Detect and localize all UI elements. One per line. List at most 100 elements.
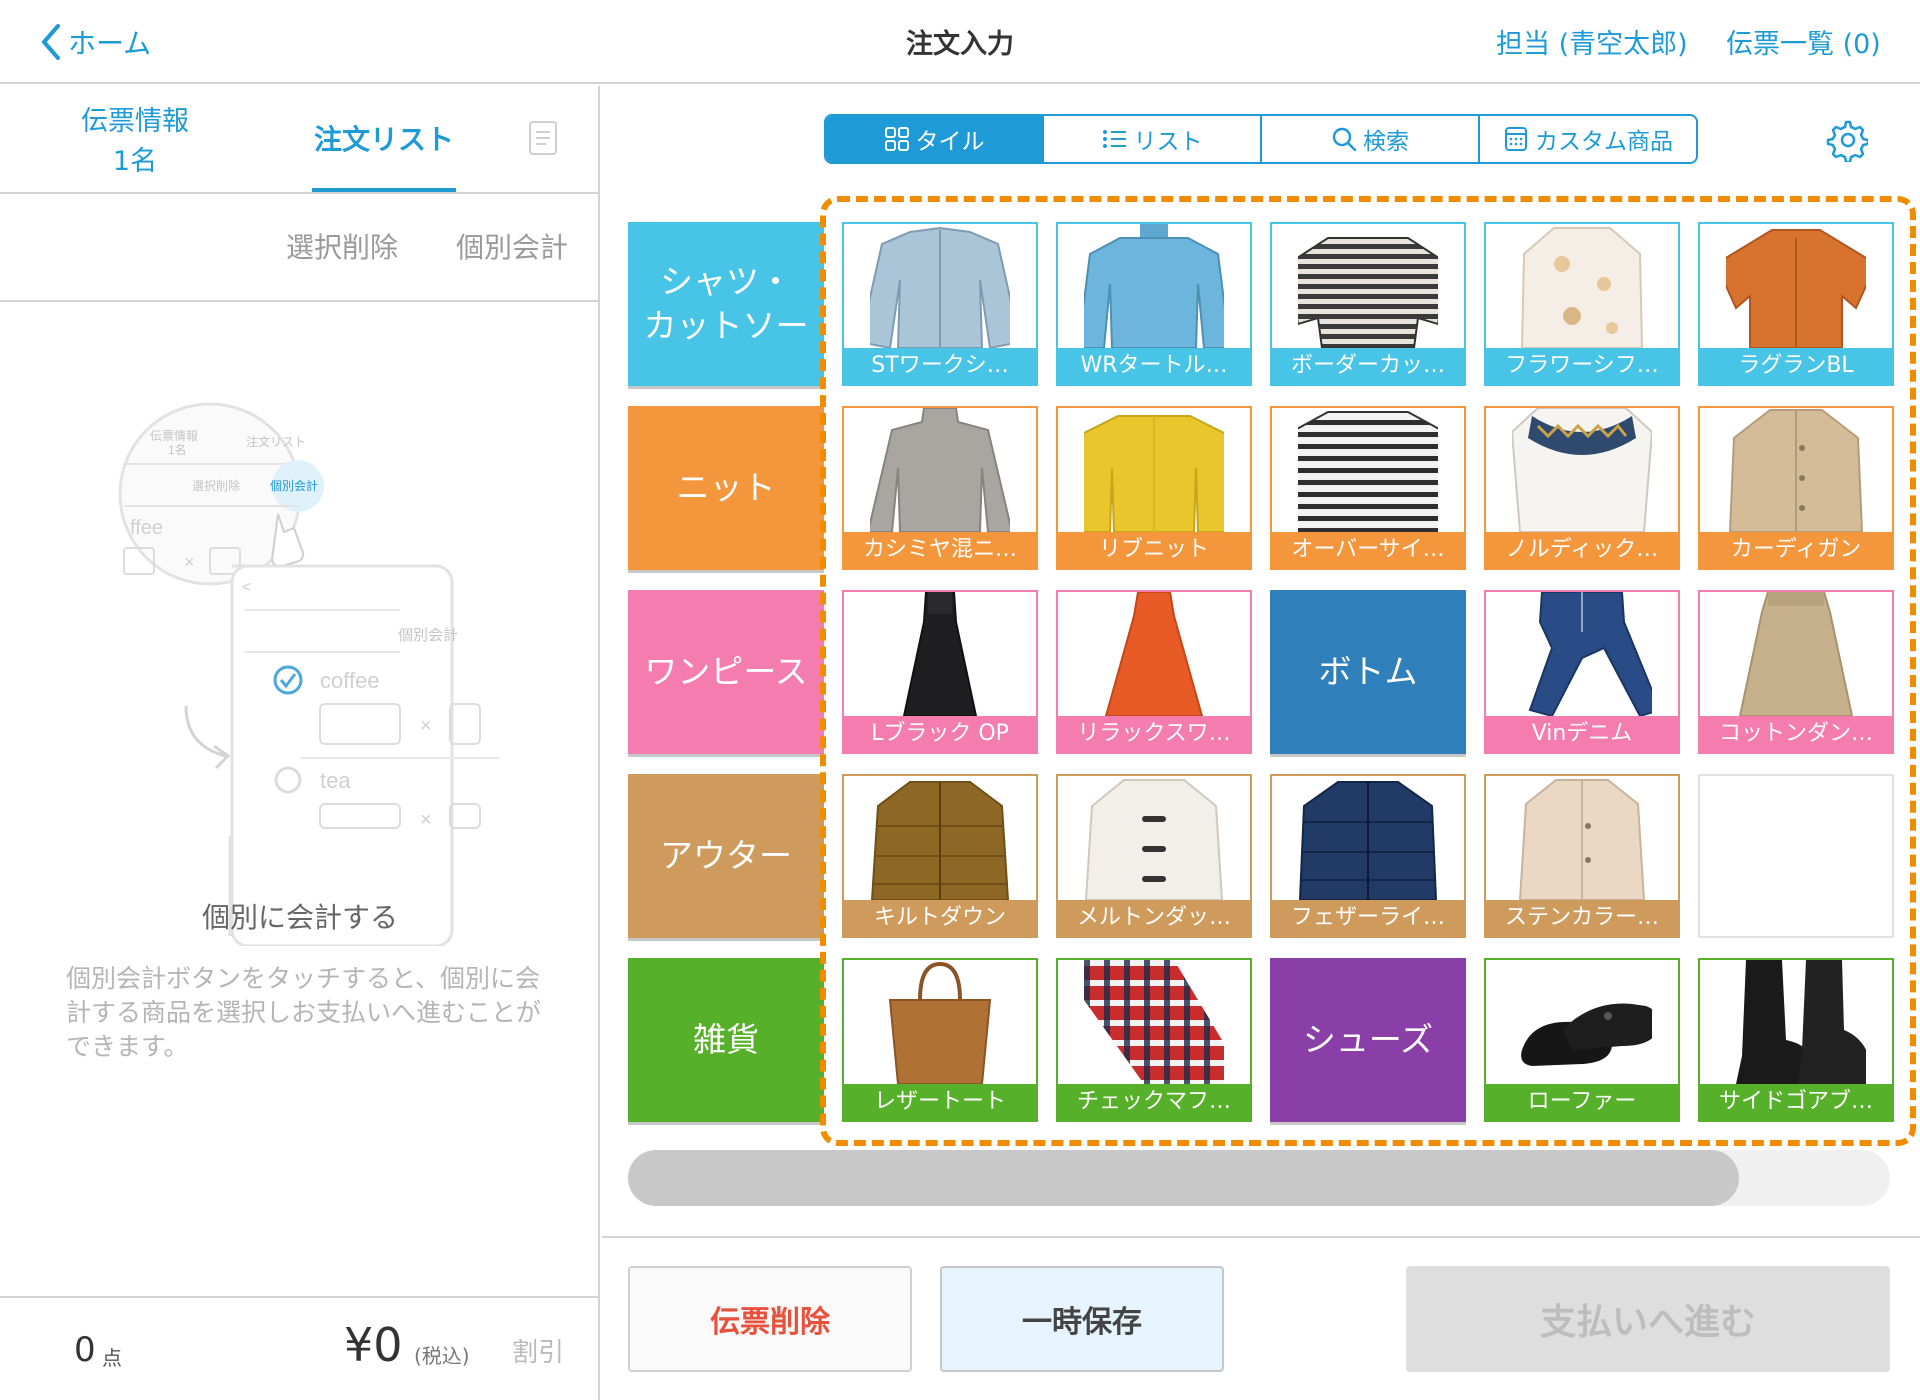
product-tile[interactable]: メルトンダッ… bbox=[1056, 774, 1252, 938]
check-muffler-icon bbox=[1058, 960, 1250, 1084]
loafers-icon bbox=[1486, 960, 1678, 1084]
tab-list-label: リスト bbox=[1133, 129, 1203, 155]
nordic-knit-icon bbox=[1486, 408, 1678, 532]
tab-list[interactable]: リスト bbox=[1044, 116, 1262, 162]
tab-order-list[interactable]: 注文リスト bbox=[312, 118, 456, 158]
product-name: ステンカラー… bbox=[1486, 900, 1678, 936]
product-name: フラワーシフ… bbox=[1486, 348, 1678, 384]
divider bbox=[0, 1296, 600, 1298]
app-header: ホーム 注文入力 担当 (青空太郎) 伝票一覧 (0) bbox=[0, 0, 1920, 84]
product-tile[interactable]: フェザーライ… bbox=[1270, 774, 1466, 938]
illustration-select-delete: 選択削除 bbox=[192, 478, 240, 493]
calculator-icon bbox=[1505, 127, 1527, 151]
product-name: ラグランBL bbox=[1700, 348, 1892, 384]
product-tile[interactable]: Lブラック OP bbox=[842, 590, 1038, 754]
product-name: サイドゴアブ… bbox=[1700, 1084, 1892, 1120]
proceed-to-payment-button[interactable]: 支払いへ進む bbox=[1406, 1266, 1890, 1372]
product-tile[interactable]: コットンダン… bbox=[1698, 590, 1894, 754]
illustration-back-chevron: < bbox=[242, 579, 251, 596]
category-tile[interactable]: 雑貨 bbox=[628, 958, 824, 1122]
product-name: Lブラック OP bbox=[844, 716, 1036, 752]
product-tile[interactable]: ボーダーカッ… bbox=[1270, 222, 1466, 386]
product-name: ボーダーカッ… bbox=[1272, 348, 1464, 384]
illustration-individual-pay: 個別会計 bbox=[270, 478, 318, 493]
illustration-tab-order: 注文リスト bbox=[246, 434, 306, 449]
cardigan-icon bbox=[1700, 408, 1892, 532]
slip-list-link[interactable]: 伝票一覧 (0) bbox=[1726, 22, 1881, 61]
turtleneck-icon bbox=[1058, 224, 1250, 348]
product-tile[interactable]: WRタートル… bbox=[1056, 222, 1252, 386]
staff-link[interactable]: 担当 (青空太郎) bbox=[1496, 22, 1688, 61]
duffle-coat-icon bbox=[1058, 776, 1250, 900]
product-tile[interactable]: STワークシ… bbox=[842, 222, 1038, 386]
individual-pay-button[interactable]: 個別会計 bbox=[456, 226, 568, 266]
product-name: カーディガン bbox=[1700, 532, 1892, 568]
order-list-panel: 伝票情報 1名 注文リスト 選択削除 個別会計 伝票情報 1名 注文リスト 選択… bbox=[0, 86, 600, 1400]
select-delete-button[interactable]: 選択削除 bbox=[286, 226, 398, 266]
product-tile[interactable]: オーバーサイ… bbox=[1270, 406, 1466, 570]
illustration-coffee-partial: ffee bbox=[130, 517, 163, 539]
product-tile[interactable]: レザートート bbox=[842, 958, 1038, 1122]
category-tile[interactable]: シャツ・ カットソー bbox=[628, 222, 824, 386]
product-name: STワークシ… bbox=[844, 348, 1036, 384]
guest-count: 1名 bbox=[112, 146, 158, 177]
list-icon bbox=[1102, 130, 1126, 148]
product-tile[interactable]: カーディガン bbox=[1698, 406, 1894, 570]
individual-pay-illustration: 伝票情報 1名 注文リスト 選択削除 個別会計 ffee × < 個別会計 co… bbox=[110, 386, 500, 950]
illustration-tab-info-count: 1名 bbox=[168, 442, 187, 457]
tab-tile[interactable]: タイル bbox=[826, 116, 1044, 162]
tab-tile-label: タイル bbox=[915, 129, 985, 155]
product-tile[interactable]: キルトダウン bbox=[842, 774, 1038, 938]
delete-slip-button[interactable]: 伝票削除 bbox=[628, 1266, 912, 1372]
divider bbox=[602, 1236, 1920, 1238]
product-name: リブニット bbox=[1058, 532, 1250, 568]
illustration-item-tea: tea bbox=[320, 768, 351, 793]
down-jacket-icon bbox=[844, 776, 1036, 900]
product-name: ローファー bbox=[1486, 1084, 1678, 1120]
product-tile[interactable]: ステンカラー… bbox=[1484, 774, 1680, 938]
product-tile[interactable]: ラグランBL bbox=[1698, 222, 1894, 386]
hold-order-button[interactable]: 一時保存 bbox=[940, 1266, 1224, 1372]
subcategory-tile[interactable]: シューズ bbox=[1270, 958, 1466, 1122]
divider bbox=[0, 300, 600, 302]
receipt-icon[interactable] bbox=[528, 120, 562, 160]
product-name: メルトンダッ… bbox=[1058, 900, 1250, 936]
product-name: コットンダン… bbox=[1700, 716, 1892, 752]
category-tile[interactable]: ワンピース bbox=[628, 590, 824, 754]
product-tile[interactable]: リラックスワ… bbox=[1056, 590, 1252, 754]
divider bbox=[0, 192, 600, 194]
subcategory-tile[interactable]: ボトム bbox=[1270, 590, 1466, 754]
product-tile[interactable]: ノルディック… bbox=[1484, 406, 1680, 570]
product-name: Vinデニム bbox=[1486, 716, 1678, 752]
discount-button[interactable]: 割引 bbox=[512, 1332, 564, 1369]
product-tile[interactable]: Vinデニム bbox=[1484, 590, 1680, 754]
orange-dress-icon bbox=[1058, 592, 1250, 716]
tax-included-label: (税込) bbox=[414, 1344, 470, 1368]
tab-custom-item-label: カスタム商品 bbox=[1535, 129, 1673, 155]
denim-icon bbox=[1486, 592, 1678, 716]
empty-product-slot[interactable] bbox=[1698, 774, 1894, 938]
illustration-tab-info: 伝票情報 bbox=[150, 429, 198, 443]
striped-tee-icon bbox=[1272, 224, 1464, 348]
illustration-times-symbol: × bbox=[184, 552, 195, 572]
product-name: オーバーサイ… bbox=[1272, 532, 1464, 568]
category-tile[interactable]: アウター bbox=[628, 774, 824, 938]
product-tile[interactable]: チェックマフ… bbox=[1056, 958, 1252, 1122]
product-tile[interactable]: カシミヤ混ニ… bbox=[842, 406, 1038, 570]
tab-custom-item[interactable]: カスタム商品 bbox=[1480, 116, 1696, 162]
view-mode-tabs: タイル リスト 検索 カスタム商品 bbox=[824, 114, 1698, 164]
illustration-times-symbol-2: × bbox=[420, 715, 432, 737]
item-count-unit: 点 bbox=[102, 1346, 122, 1370]
tab-slip-info[interactable]: 伝票情報 1名 bbox=[60, 102, 210, 182]
raglan-blouse-icon bbox=[1700, 224, 1892, 348]
illustration-individual-pay-2: 個別会計 bbox=[398, 627, 458, 644]
settings-gear-icon[interactable] bbox=[1824, 118, 1870, 166]
product-tile[interactable]: フラワーシフ… bbox=[1484, 222, 1680, 386]
product-tile[interactable]: リブニット bbox=[1056, 406, 1252, 570]
category-tile[interactable]: ニット bbox=[628, 406, 824, 570]
product-tile[interactable]: サイドゴアブ… bbox=[1698, 958, 1894, 1122]
grid-scroll-thumb[interactable] bbox=[628, 1150, 1739, 1206]
product-tile[interactable]: ローファー bbox=[1484, 958, 1680, 1122]
tab-search[interactable]: 検索 bbox=[1262, 116, 1480, 162]
grid-icon bbox=[884, 127, 909, 151]
